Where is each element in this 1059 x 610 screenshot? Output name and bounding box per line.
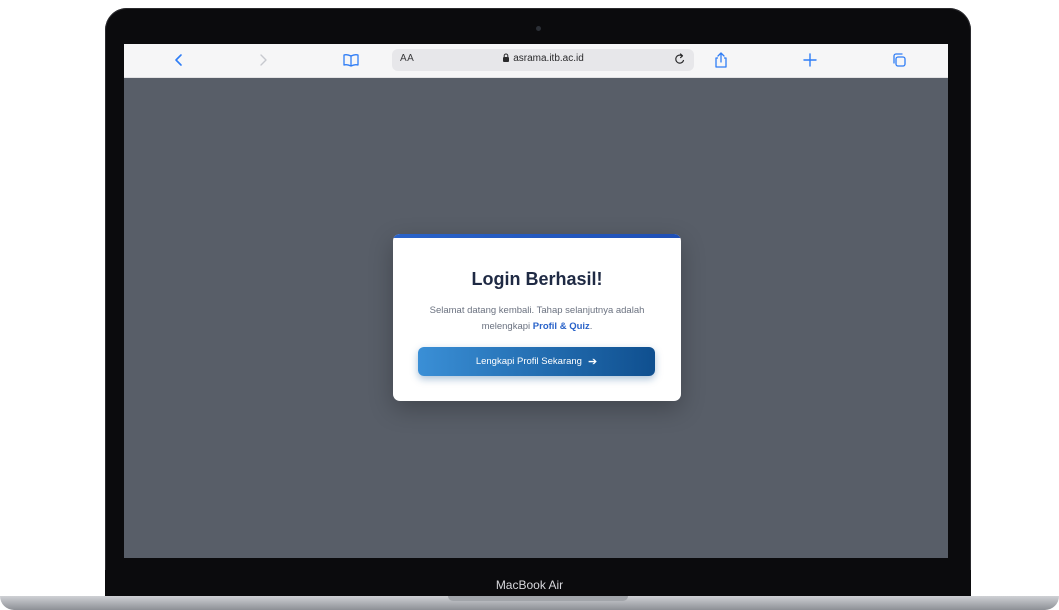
arrow-right-icon: ➔ xyxy=(587,356,598,368)
profile-quiz-highlight: Profil & Quiz xyxy=(532,321,590,332)
tabs-button[interactable] xyxy=(888,48,910,72)
complete-profile-label: Lengkapi Profil Sekarang xyxy=(475,356,582,367)
chevron-right-icon xyxy=(260,54,267,66)
modal-message: Selamat datang kembali. Tahap selanjutny… xyxy=(413,303,661,335)
forward-button[interactable] xyxy=(252,48,274,72)
bookmarks-button[interactable] xyxy=(339,48,363,72)
plus-icon xyxy=(803,53,817,67)
modal-accent-bar xyxy=(393,234,681,238)
reload-button[interactable] xyxy=(674,52,686,71)
url-text: asrama.itb.ac.id xyxy=(513,53,584,64)
modal-title: Login Berhasil! xyxy=(471,269,603,289)
browser-toolbar: AA asrama.itb.ac.id xyxy=(124,44,948,78)
back-button[interactable] xyxy=(168,48,190,72)
chevron-left-icon xyxy=(175,54,182,66)
book-icon xyxy=(343,54,359,67)
complete-profile-button[interactable]: Lengkapi Profil Sekarang ➔ xyxy=(418,347,655,376)
login-success-modal: Login Berhasil! Selamat datang kembali. … xyxy=(393,234,681,401)
reload-icon xyxy=(675,53,685,64)
address-bar[interactable]: AA asrama.itb.ac.id xyxy=(392,49,694,71)
device-brand-label: MacBook Air xyxy=(495,578,564,592)
tabs-icon xyxy=(893,53,906,67)
lock-icon xyxy=(503,53,510,62)
url-display: asrama.itb.ac.id xyxy=(392,53,694,64)
screen: AA asrama.itb.ac.id Login Berhasil! Sela… xyxy=(124,44,948,558)
share-button[interactable] xyxy=(710,48,732,72)
new-tab-button[interactable] xyxy=(799,48,821,72)
modal-message-end: . xyxy=(589,321,593,332)
share-icon xyxy=(715,52,727,68)
laptop-notch xyxy=(448,596,628,601)
camera-dot xyxy=(536,26,541,31)
